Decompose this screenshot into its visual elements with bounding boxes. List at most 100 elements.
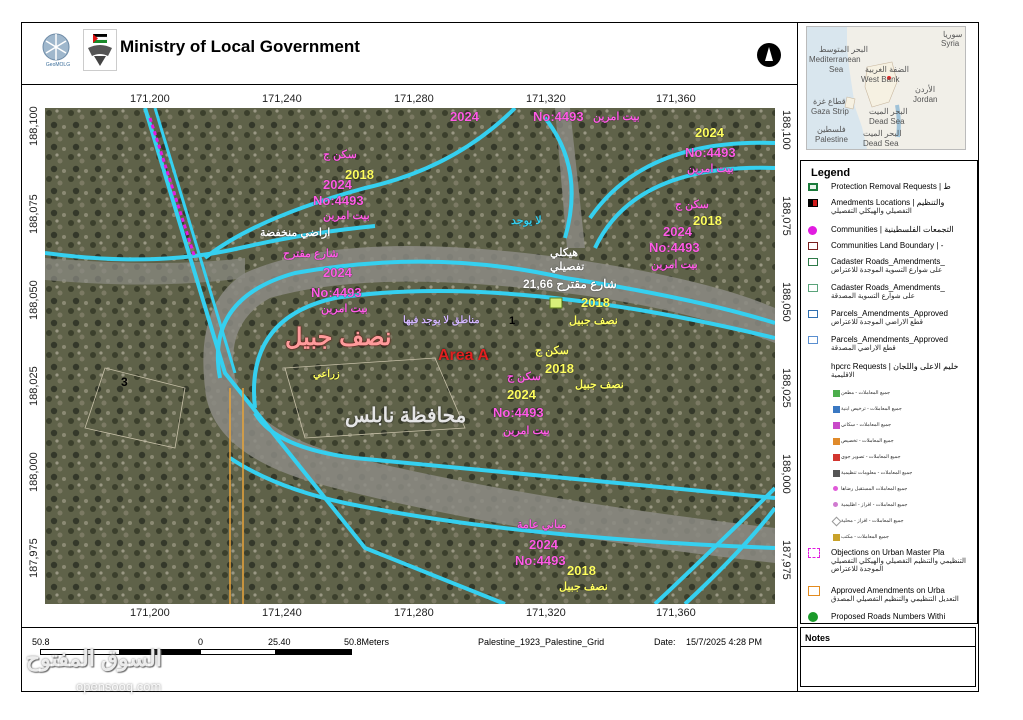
map-label-year: 2024 — [323, 265, 352, 280]
palestine-emblem-icon — [83, 29, 117, 71]
x-tick-bottom: 171,280 — [394, 607, 434, 619]
scale-label-zero: 0 — [198, 637, 204, 647]
map-label-sakan: سكن ج — [675, 199, 709, 211]
x-tick-top: 171,200 — [130, 93, 170, 105]
legend-item: Parcels_Amendments_Approved قطع الاراضي ا… — [831, 335, 948, 352]
legend-symbol — [808, 183, 818, 191]
legend-subsymbol — [831, 516, 842, 527]
map-label-number: No:4493 — [685, 145, 736, 160]
watermark-url: opensooq.com — [76, 679, 162, 694]
map-label-year: 2018 — [545, 361, 574, 376]
legend-symbol — [808, 258, 818, 266]
map-label-year: 2024 — [323, 177, 352, 192]
legend-subitem: جميع المعاملات المستقبل رضاها — [841, 486, 908, 492]
legend-item: Communities | التجمعات الفلسطينية — [831, 225, 954, 234]
watermark: السوق المفتوح — [26, 646, 162, 671]
legend-subitem: جميع المعاملات - ترخيص ابنية — [841, 406, 902, 412]
y-tick-right: 188,000 — [780, 454, 792, 494]
legend-item: Protection Removal Requests | ط — [831, 182, 951, 191]
scale-label-right: 50.8Meters — [344, 637, 390, 647]
geomolg-logo-text: GeoMOLG — [45, 62, 71, 68]
map-label-governorate: محافظة نابلس — [345, 405, 467, 427]
legend-item: hpcrc Requests | خليم الاعلى واللجان الاق… — [831, 362, 959, 379]
x-tick-bottom: 171,200 — [130, 607, 170, 619]
map-imagery — [45, 108, 775, 604]
y-tick-left: 188,050 — [28, 280, 40, 320]
map-label-areas-none: مناطق لا يوجد فيها — [403, 315, 480, 326]
map-label-year: 2018 — [693, 213, 722, 228]
map-label-proposed-street: شارع مقترح — [283, 248, 339, 260]
legend-subitem: جميع المعاملات - تخصيص — [841, 438, 894, 444]
inset-label-syria-ar: سوريا — [943, 30, 963, 39]
map-label-agricultural: زراعي — [313, 369, 340, 380]
inset-label-med-ar: البحر المتوسط — [819, 45, 869, 54]
map-label-street-2166: شارع مقترح 21,66 — [523, 277, 617, 291]
map-label-year: 2024 — [695, 125, 724, 140]
inset-map: سوريا Syria البحر المتوسط Mediterranean … — [806, 26, 966, 150]
legend-subitem: جميع المعاملات - مطعن — [841, 390, 891, 396]
legend-subitem: جميع المعاملات - افراز - اظليمية — [841, 502, 908, 508]
legend-title: Legend — [811, 167, 851, 179]
legend-item: Cadaster Roads_Amendments_ على شوارع التس… — [831, 257, 945, 274]
legend-symbol — [808, 548, 820, 558]
inset-label-ds2: Dead Sea — [863, 139, 899, 148]
y-tick-left: 188,000 — [28, 452, 40, 492]
date-label: Date: — [654, 637, 676, 647]
legend-subitem: جميع المعاملات - سكاني — [841, 422, 892, 428]
inset-label-wb: West Bank — [861, 75, 900, 84]
map-label-sakan: سكن ج — [507, 371, 541, 383]
inset-label-med-1: Mediterranean — [809, 55, 861, 64]
legend-item: Communities Land Boundary | - — [831, 241, 944, 250]
legend-subsymbol — [833, 438, 840, 445]
map-label-village-small: نصف جبيل — [575, 379, 624, 391]
legend-symbol — [808, 226, 817, 235]
y-tick-left: 188,025 — [28, 366, 40, 406]
legend-subsymbol — [833, 486, 838, 491]
map-label-area-a: Area A — [438, 347, 489, 364]
map-label-bayt-imrin: بيت امرين — [593, 111, 640, 123]
notes-divider — [801, 646, 975, 647]
legend-item: Objections on Urban Master Pla التنظيمي و… — [831, 548, 966, 573]
y-tick-left: 187,975 — [28, 538, 40, 578]
inset-label-wb-ar: الضفة الغربية — [865, 65, 910, 74]
footer-divider — [22, 627, 798, 628]
map-label-detailed: تفصيلي — [550, 261, 585, 273]
legend-subsymbol — [833, 534, 840, 541]
x-tick-bottom: 171,240 — [262, 607, 302, 619]
projection-label: Palestine_1923_Palestine_Grid — [478, 637, 605, 647]
legend-symbol — [808, 336, 818, 344]
y-tick-right: 188,025 — [780, 368, 792, 408]
scale-bar-segment — [276, 649, 352, 655]
legend-subsymbol — [833, 422, 840, 429]
map-label-year: 2024 — [507, 387, 536, 402]
legend-item: Proposed Roads Numbers Withi — [831, 612, 946, 621]
x-tick-top: 171,360 — [656, 93, 696, 105]
map-label-sakan: سكن ج — [323, 149, 357, 161]
date-value: 15/7/2025 4:28 PM — [686, 637, 763, 647]
map-label-number-1: 1 — [509, 315, 516, 327]
map-label-bayt-imrin: بيت امرين — [321, 303, 368, 315]
legend-symbol — [808, 310, 818, 318]
y-tick-left: 188,075 — [28, 194, 40, 234]
legend-item: Cadaster Roads_Amendments_ على شوارع التس… — [831, 283, 945, 300]
map-label-bayt-imrin: بيت امرين — [651, 259, 698, 271]
map-label-year: 2024 — [450, 109, 479, 124]
legend-subsymbol — [833, 390, 840, 397]
map-label-village-small: نصف جبيل — [569, 315, 618, 327]
map-label-bayt-imrin: بيت امرين — [687, 163, 734, 175]
map-canvas[interactable]: نصف جبيل Area A محافظة نابلس سكن ج 2018 … — [45, 108, 775, 604]
y-tick-right: 188,100 — [780, 110, 792, 150]
legend-item: Parcels_Amendments_Approved قطع الاراضي ا… — [831, 309, 948, 326]
map-label-number: No:4493 — [311, 285, 362, 300]
y-tick-right: 187,975 — [780, 540, 792, 580]
map-label-bayt-imrin: بيت امرين — [503, 425, 550, 437]
legend-symbol — [808, 586, 820, 596]
inset-label-jordan-ar: الأردن — [915, 85, 936, 94]
legend-symbol — [808, 242, 818, 250]
y-tick-right: 188,050 — [780, 282, 792, 322]
map-label-village: نصف جبيل — [285, 324, 392, 351]
inset-label-syria: Syria — [941, 39, 960, 48]
inset-label-gaza-ar: قطاع غزة — [813, 97, 846, 106]
legend-subsymbol — [833, 454, 840, 461]
map-label-year: 2024 — [529, 537, 558, 552]
